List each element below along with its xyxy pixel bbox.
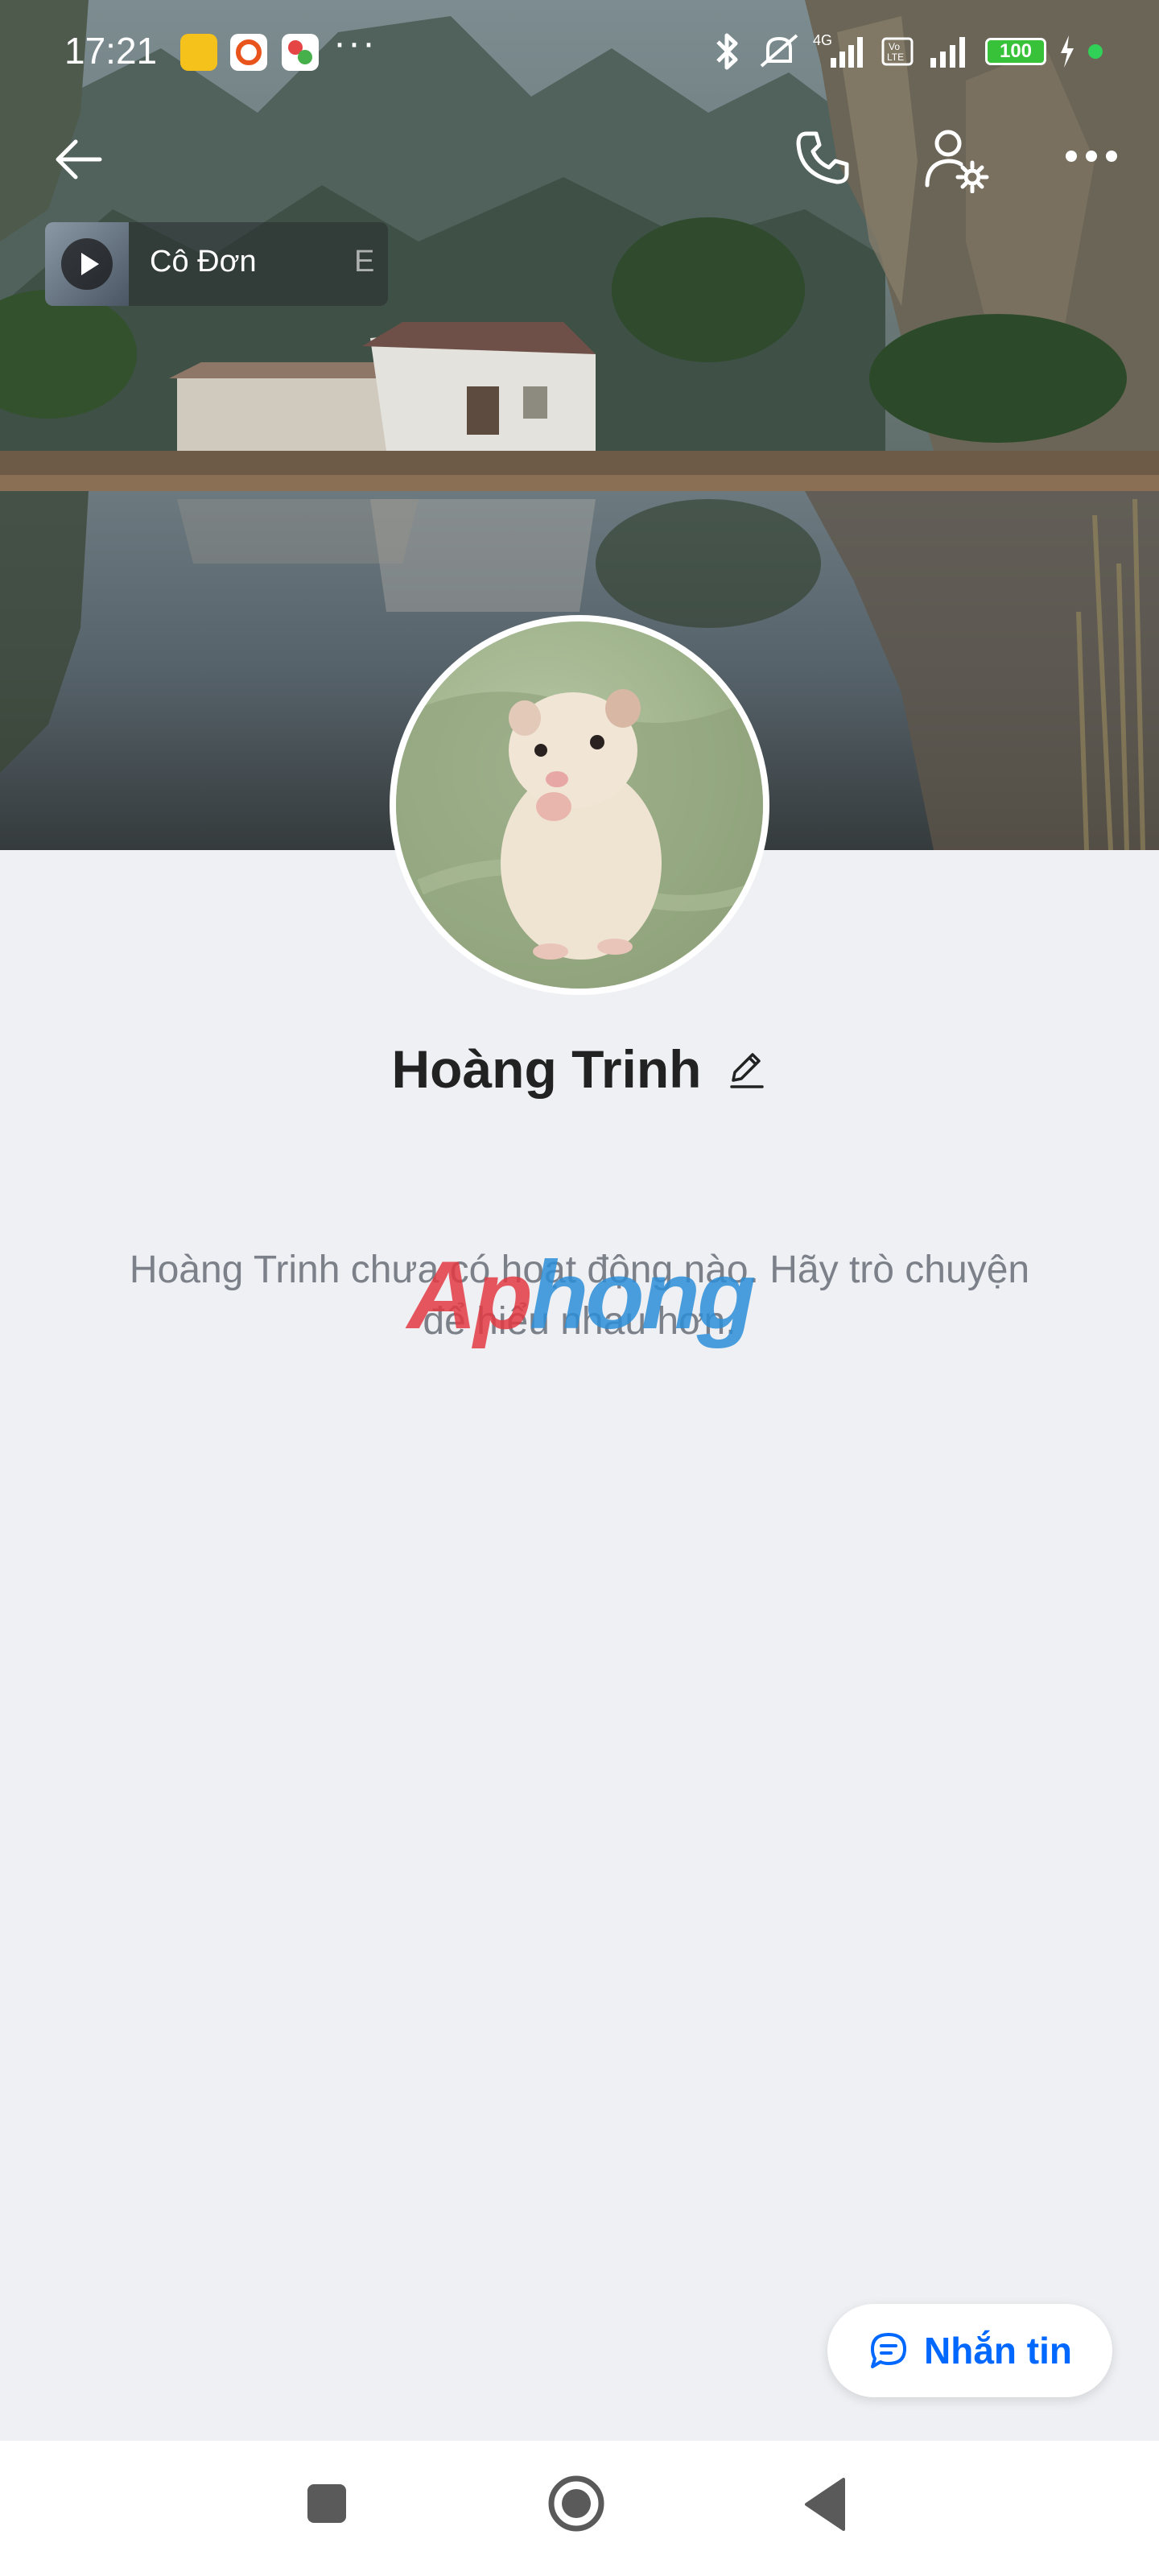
game-app-icon [282, 34, 319, 71]
avatar[interactable] [390, 615, 769, 995]
hamster-illustration [396, 689, 763, 989]
status-time: 17:21 [64, 30, 158, 72]
signal-4g-icon: 4G [813, 32, 863, 68]
profile-music-player[interactable]: Cô Đơn E [45, 222, 388, 306]
avatar-image [396, 621, 763, 989]
music-title: Cô Đơn [150, 245, 257, 279]
pencil-icon[interactable] [725, 1048, 767, 1090]
more-icon [1066, 151, 1117, 162]
message-button[interactable]: Nhắn tin [827, 2304, 1112, 2397]
privacy-indicator-icon [1088, 44, 1103, 59]
chat-bubble-icon [871, 2333, 906, 2368]
charging-icon [1061, 35, 1074, 68]
music-title-scroll: E [354, 245, 375, 279]
status-bar: 17:21 ··· 4G Vo LTE 100 [0, 0, 1159, 105]
watermark-logo: Aphong [407, 1241, 756, 1349]
svg-text:Vo: Vo [889, 41, 900, 52]
home-button[interactable] [546, 2473, 607, 2534]
call-button[interactable] [782, 118, 863, 198]
panda-app-icon [180, 34, 217, 71]
play-icon [81, 253, 99, 275]
play-button[interactable] [61, 238, 113, 290]
volte-icon: Vo LTE [881, 37, 914, 66]
recents-button[interactable] [304, 2481, 349, 2526]
signal-icon [930, 37, 965, 68]
svg-text:LTE: LTE [887, 52, 904, 63]
svg-text:4G: 4G [813, 32, 832, 48]
back-button[interactable] [40, 121, 118, 198]
back-nav-button[interactable] [802, 2476, 850, 2533]
system-navigation-bar [0, 2441, 1159, 2576]
phone-icon [796, 131, 849, 184]
record-app-icon [230, 34, 267, 71]
system-icons: 4G Vo LTE 100 [710, 29, 1103, 74]
battery-icon: 100 [985, 38, 1046, 65]
bluetooth-icon [716, 33, 738, 70]
profile-name-row: Hoàng Trinh [0, 1038, 1159, 1100]
user-settings-icon [925, 130, 989, 193]
more-options-button[interactable] [1051, 126, 1132, 187]
arrow-left-icon [56, 139, 102, 180]
profile-name: Hoàng Trinh [391, 1039, 702, 1099]
mute-icon [760, 34, 798, 68]
more-notifications-icon: ··· [333, 22, 377, 64]
profile-settings-button[interactable] [914, 118, 998, 201]
message-button-label: Nhắn tin [924, 2330, 1072, 2372]
